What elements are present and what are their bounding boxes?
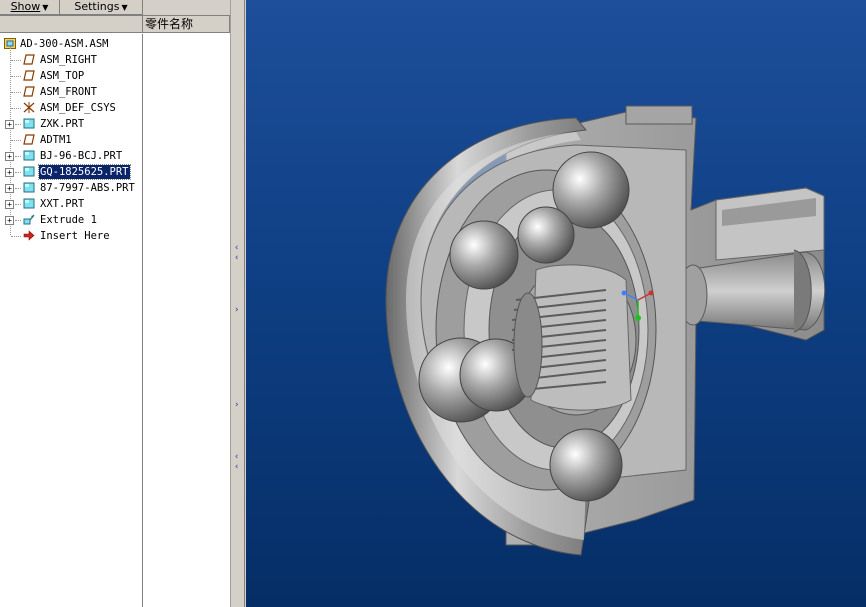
tree-column-header[interactable] (0, 16, 143, 33)
tree-item-adtm1[interactable]: ADTM1 (0, 132, 142, 148)
graphics-viewport[interactable] (246, 0, 866, 607)
tree-item-label: Insert Here (40, 230, 110, 242)
column-divider (142, 34, 143, 607)
tree-item-87-7997-abs[interactable]: + 87-7997-ABS.PRT (0, 180, 142, 196)
tree-branch-line (15, 172, 21, 173)
tree-branch-line (11, 140, 21, 141)
expand-plus-icon[interactable]: + (5, 200, 14, 209)
part-icon (23, 118, 35, 129)
tree-item-extrude-1[interactable]: + Extrude 1 (0, 212, 142, 228)
expand-plus-icon[interactable]: + (5, 184, 14, 193)
tree-item-label: ASM_RIGHT (40, 54, 97, 66)
datum-plane-icon (23, 134, 35, 145)
cv-joint-model (385, 105, 826, 556)
expand-plus-icon[interactable]: + (5, 168, 14, 177)
tree-branch-line (11, 108, 21, 109)
tree-toolbar: Show ▼ Settings ▼ (0, 0, 230, 16)
panel-splitter[interactable]: ‹ ‹ › › ‹ ‹ (230, 0, 245, 607)
tree-item-zxk-prt[interactable]: + ZXK.PRT (0, 116, 142, 132)
part-icon (23, 166, 35, 177)
collapse-left-icon[interactable]: ‹ (234, 462, 242, 472)
insert-arrow-icon (23, 230, 35, 241)
tree-branch-line (11, 92, 21, 93)
tree-branch-line (11, 76, 21, 77)
tree-branch-line (15, 220, 21, 221)
part-name-column-header[interactable]: 零件名称 (143, 16, 230, 33)
tree-item-xxt-prt[interactable]: + XXT.PRT (0, 196, 142, 212)
collapse-left-icon[interactable]: ‹ (234, 243, 242, 253)
tree-item-gq-1825625[interactable]: + GQ-1825625.PRT (0, 164, 142, 180)
settings-menu-button[interactable]: Settings ▼ (60, 0, 143, 15)
tree-item-label: ZXK.PRT (40, 118, 85, 130)
tree-item-label: ASM_DEF_CSYS (40, 102, 116, 114)
tree-item-bj-96-bcj[interactable]: + BJ-96-BCJ.PRT (0, 148, 142, 164)
tree-item-label: Extrude 1 (40, 214, 97, 226)
tree-item-label: ASM_TOP (40, 70, 85, 82)
expand-plus-icon[interactable]: + (5, 152, 14, 161)
expand-right-icon[interactable]: › (234, 305, 242, 315)
extrude-icon (23, 214, 35, 225)
show-menu-button[interactable]: Show ▼ (0, 0, 60, 15)
tree-item-insert-here[interactable]: Insert Here (0, 228, 142, 244)
tree-item-label: XXT.PRT (40, 198, 85, 210)
chevron-down-icon: ▼ (42, 3, 49, 12)
expand-plus-icon[interactable]: + (5, 120, 14, 129)
tree-item-label: BJ-96-BCJ.PRT (40, 150, 123, 162)
coordinate-system-icon (23, 102, 35, 113)
collapse-left-icon[interactable]: ‹ (234, 253, 242, 263)
datum-plane-icon (23, 70, 35, 81)
tree-root[interactable]: AD-300-ASM.ASM (0, 36, 142, 52)
tree-item-label: ADTM1 (40, 134, 72, 146)
collapse-left-icon[interactable]: ‹ (234, 452, 242, 462)
tree-item-label-selected: GQ-1825625.PRT (38, 164, 131, 180)
tree-item-label: ASM_FRONT (40, 86, 97, 98)
part-icon (23, 182, 35, 193)
tree-root-label: AD-300-ASM.ASM (20, 38, 109, 50)
tree-branch-line (15, 124, 21, 125)
tree-item-asm-def-csys[interactable]: ASM_DEF_CSYS (0, 100, 142, 116)
show-menu-label: Show (10, 0, 41, 13)
expand-right-icon[interactable]: › (234, 400, 242, 410)
datum-plane-icon (23, 54, 35, 65)
tree-branch-line (15, 156, 21, 157)
tree-branch-line (11, 236, 21, 237)
expand-plus-icon[interactable]: + (5, 216, 14, 225)
tree-item-asm-front[interactable]: ASM_FRONT (0, 84, 142, 100)
part-icon (23, 150, 35, 161)
tree-branch-line (15, 188, 21, 189)
part-icon (23, 198, 35, 209)
tree-item-asm-top[interactable]: ASM_TOP (0, 68, 142, 84)
tree-branch-line (15, 204, 21, 205)
tree-item-label: 87-7997-ABS.PRT (40, 182, 135, 194)
tree-item-asm-right[interactable]: ASM_RIGHT (0, 52, 142, 68)
datum-plane-icon (23, 86, 35, 97)
part-name-column-label: 零件名称 (145, 17, 194, 31)
settings-menu-label: Settings (74, 0, 120, 13)
tree-branch-line (11, 60, 21, 61)
model-tree-panel: Show ▼ Settings ▼ 零件名称 AD-300-ASM.ASM ASM_… (0, 0, 230, 607)
chevron-down-icon: ▼ (121, 3, 128, 12)
